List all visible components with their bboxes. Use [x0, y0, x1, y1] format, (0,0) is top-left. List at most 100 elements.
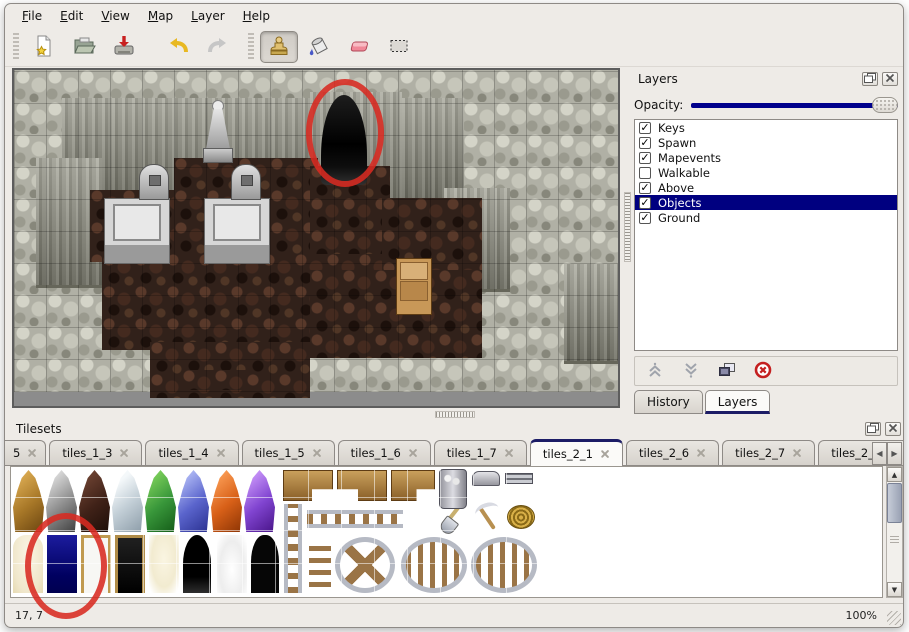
undo-button[interactable] — [159, 31, 197, 63]
select-tool-button[interactable] — [380, 31, 418, 63]
stamp-tool-button[interactable] — [260, 31, 298, 63]
opacity-slider[interactable] — [691, 97, 898, 113]
tile-purple-crystal[interactable] — [244, 470, 275, 532]
tab-close-icon[interactable] — [216, 448, 226, 458]
layer-row-mapevents[interactable]: ✓Mapevents — [635, 150, 897, 165]
save-button[interactable] — [105, 31, 143, 63]
map-vertical-scrollbar[interactable] — [624, 70, 631, 406]
resize-grip[interactable] — [887, 611, 901, 625]
tile-rail-horizontal[interactable] — [307, 510, 403, 528]
tab-close-icon[interactable] — [504, 448, 514, 458]
tile-skull-barrel[interactable] — [439, 469, 467, 509]
layer-checkbox[interactable]: ✓ — [639, 182, 651, 194]
tile-wood-platform-a[interactable] — [283, 470, 333, 501]
tile-orange-crystal[interactable] — [211, 470, 242, 532]
menu-help[interactable]: Help — [234, 6, 279, 26]
tile-rail-ties[interactable] — [309, 541, 331, 587]
tile-black-dome[interactable] — [183, 535, 211, 593]
menu-view[interactable]: View — [92, 6, 138, 26]
float-tilesets-button[interactable] — [865, 422, 881, 436]
tileset-tab-tiles_1_4[interactable]: tiles_1_4 — [145, 440, 238, 465]
float-panel-button[interactable] — [862, 72, 878, 86]
toolbar-grip[interactable] — [13, 33, 19, 61]
layer-checkbox[interactable] — [639, 167, 651, 179]
menu-edit[interactable]: Edit — [51, 6, 92, 26]
raise-layer-button[interactable] — [643, 360, 667, 382]
tab-close-icon[interactable] — [27, 448, 37, 458]
menu-file[interactable]: File — [13, 6, 51, 26]
duplicate-layer-button[interactable] — [715, 360, 739, 382]
opacity-slider-track[interactable] — [691, 103, 898, 108]
map-hscroll-thumb[interactable] — [435, 411, 475, 418]
tab-close-icon[interactable] — [792, 448, 802, 458]
tile-rail-vertical[interactable] — [284, 504, 302, 564]
layer-row-ground[interactable]: ✓Ground — [635, 210, 897, 225]
layer-row-spawn[interactable]: ✓Spawn — [635, 135, 897, 150]
close-tilesets-button[interactable] — [885, 422, 901, 436]
tileset-tab-tiles_1_6[interactable]: tiles_1_6 — [338, 440, 431, 465]
layer-row-above[interactable]: ✓Above — [635, 180, 897, 195]
tab-scroll-right-button[interactable]: ▶ — [887, 442, 902, 465]
layer-checkbox[interactable]: ✓ — [639, 122, 651, 134]
tile-metal-bars[interactable] — [505, 473, 533, 484]
tab-close-icon[interactable] — [408, 448, 418, 458]
tab-close-icon[interactable] — [312, 448, 322, 458]
tileset-vertical-scrollbar[interactable]: ▲ ▼ — [886, 466, 903, 598]
tile-cream-glow[interactable] — [149, 535, 179, 593]
layer-checkbox[interactable]: ✓ — [639, 212, 651, 224]
tileset-tab-tiles_2_7[interactable]: tiles_2_7 — [722, 440, 815, 465]
tileset-content[interactable] — [10, 466, 883, 598]
redo-button[interactable] — [199, 31, 237, 63]
layer-checkbox[interactable]: ✓ — [639, 137, 651, 149]
eraser-tool-button[interactable] — [340, 31, 378, 63]
opacity-slider-handle[interactable] — [872, 97, 898, 113]
tileset-tab-tiles_2_1[interactable]: tiles_2_1 — [530, 439, 623, 466]
layer-checkbox[interactable]: ✓ — [639, 152, 651, 164]
menu-layer[interactable]: Layer — [182, 6, 233, 26]
menu-map[interactable]: Map — [139, 6, 182, 26]
tab-close-icon[interactable] — [600, 449, 610, 459]
toolbar-grip-2[interactable] — [248, 33, 254, 61]
tile-rail-cross-wheel[interactable] — [335, 537, 395, 593]
tile-dark-doorway[interactable] — [115, 535, 145, 593]
scroll-up-button[interactable]: ▲ — [887, 467, 902, 482]
tile-snow-rock[interactable] — [112, 470, 143, 532]
tileset-tab-tiles_1_3[interactable]: tiles_1_3 — [49, 440, 142, 465]
tileset-vscroll-thumb[interactable] — [887, 483, 902, 523]
new-button[interactable] — [25, 31, 63, 63]
tile-gold-ore-rock[interactable] — [13, 470, 44, 532]
scroll-down-button[interactable]: ▼ — [887, 582, 902, 597]
tileset-tab-tiles_1_5[interactable]: tiles_1_5 — [242, 440, 335, 465]
tile-rail-curve-ring-b[interactable] — [471, 537, 537, 593]
layer-list[interactable]: ✓Keys✓Spawn✓MapeventsWalkable✓Above✓Obje… — [634, 119, 898, 351]
close-panel-button[interactable] — [882, 72, 898, 86]
tile-blue-crystal[interactable] — [178, 470, 209, 532]
tile-pickaxe[interactable] — [472, 503, 502, 533]
layer-row-keys[interactable]: ✓Keys — [635, 120, 897, 135]
delete-layer-button[interactable] — [751, 360, 775, 382]
dock-tab-layers[interactable]: Layers — [705, 390, 771, 414]
tileset-tab-tiles_2_6[interactable]: tiles_2_6 — [626, 440, 719, 465]
tile-wood-platform-b[interactable] — [337, 470, 387, 501]
tile-white-glow[interactable] — [217, 535, 247, 593]
map-vscroll-thumb[interactable] — [624, 192, 631, 262]
layer-checkbox[interactable]: ✓ — [639, 197, 651, 209]
open-button[interactable] — [65, 31, 103, 63]
tile-black-arch[interactable] — [251, 535, 279, 593]
map-canvas[interactable] — [12, 68, 620, 408]
lower-layer-button[interactable] — [679, 360, 703, 382]
tile-wood-platform-c[interactable] — [391, 470, 435, 501]
tab-close-icon[interactable] — [696, 448, 706, 458]
tile-rail-curve-ring-a[interactable] — [401, 537, 467, 593]
tab-scroll-left-button[interactable]: ◀ — [872, 442, 887, 465]
fill-tool-button[interactable] — [300, 31, 338, 63]
layer-row-objects[interactable]: ✓Objects — [635, 195, 897, 210]
map-horizontal-scrollbar[interactable] — [14, 411, 618, 418]
tab-close-icon[interactable] — [119, 448, 129, 458]
layer-row-walkable[interactable]: Walkable — [635, 165, 897, 180]
tile-stone-pillar-cap[interactable] — [472, 471, 500, 486]
tileset-tab-tiles_1_7[interactable]: tiles_1_7 — [434, 440, 527, 465]
dock-tab-history[interactable]: History — [634, 390, 703, 414]
tile-green-crystal[interactable] — [145, 470, 176, 532]
tileset-tab-5[interactable]: 5 — [5, 440, 46, 465]
